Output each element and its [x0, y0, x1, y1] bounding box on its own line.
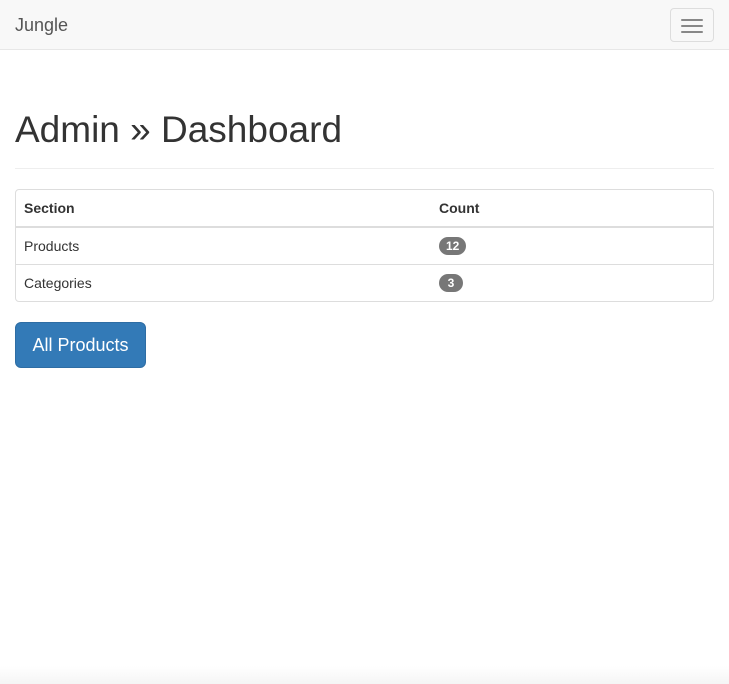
page-header: Admin » Dashboard: [15, 107, 714, 169]
navbar: Jungle: [0, 0, 729, 50]
navbar-toggle-button[interactable]: [670, 8, 714, 42]
bottom-shadow: [0, 666, 729, 684]
column-header-count: Count: [431, 190, 713, 228]
count-cell: 12: [431, 227, 713, 265]
table-row: Categories 3: [16, 264, 713, 301]
all-products-button[interactable]: All Products: [15, 322, 146, 368]
count-badge: 3: [439, 274, 463, 292]
table-row: Products 12: [16, 227, 713, 265]
section-cell: Products: [24, 238, 80, 254]
section-cell: Categories: [16, 264, 431, 301]
table-header-row: Section Count: [16, 190, 713, 228]
count-badge: 12: [439, 237, 467, 255]
count-cell: 3: [431, 264, 713, 301]
brand-link[interactable]: Jungle: [15, 13, 68, 37]
column-header-section: Section: [16, 190, 431, 228]
dashboard-table: Section Count Products 12 Categories 3: [15, 189, 714, 302]
page-title: Admin » Dashboard: [15, 109, 343, 150]
